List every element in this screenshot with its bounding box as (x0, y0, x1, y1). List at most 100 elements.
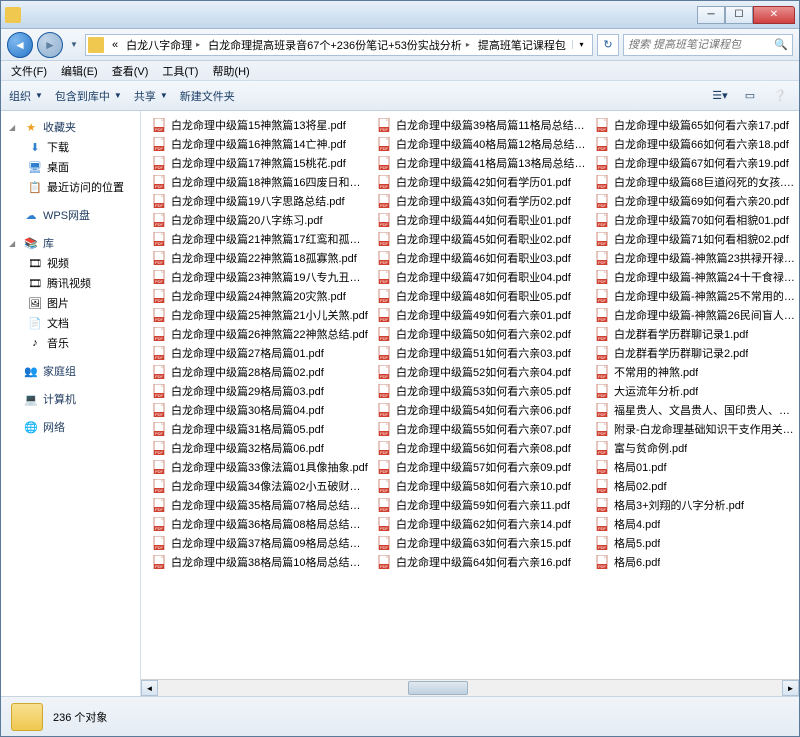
file-item[interactable]: PDF白龙命理中级篇62如何看六亲14.pdf (374, 514, 592, 533)
file-item[interactable]: PDF白龙命理中级篇30格局篇04.pdf (149, 400, 374, 419)
file-item[interactable]: PDF白龙命理中级篇23神煞篇19八专九丑煞.pdf (149, 267, 374, 286)
file-item[interactable]: PDF格局5.pdf (592, 533, 799, 552)
address-dropdown[interactable]: ▾ (572, 40, 590, 49)
sidebar-item-desktop[interactable]: 🖥 桌面 (1, 157, 140, 177)
menu-tools[interactable]: 工具(T) (156, 61, 204, 81)
file-item[interactable]: PDF白龙命理中级篇58如何看六亲10.pdf (374, 476, 592, 495)
organize-button[interactable]: 组织 ▼ (9, 88, 43, 104)
sidebar-item-recent[interactable]: 📋 最近访问的位置 (1, 177, 140, 197)
include-in-library-button[interactable]: 包含到库中 ▼ (55, 88, 122, 104)
file-item[interactable]: PDF白龙命理中级篇59如何看六亲11.pdf (374, 495, 592, 514)
refresh-button[interactable]: ↻ (597, 34, 619, 56)
sidebar-item-music[interactable]: ♪ 音乐 (1, 333, 140, 353)
file-item[interactable]: PDF大运流年分析.pdf (592, 381, 799, 400)
file-item[interactable]: PDF白龙命理中级篇-神煞篇25不常用的神煞.pdf (592, 286, 799, 305)
file-item[interactable]: PDF白龙命理中级篇69如何看六亲20.pdf (592, 191, 799, 210)
file-item[interactable]: PDF白龙命理中级篇25神煞篇21小儿关煞.pdf (149, 305, 374, 324)
file-item[interactable]: PDF白龙命理中级篇49如何看六亲01.pdf (374, 305, 592, 324)
file-item[interactable]: PDF白龙命理中级篇71如何看相貌02.pdf (592, 229, 799, 248)
breadcrumb-segment[interactable]: 提高班笔记课程包 (474, 37, 570, 53)
file-item[interactable]: PDF白龙命理中级篇35格局篇07格局总结练习.pdf (149, 495, 374, 514)
file-item[interactable]: PDF白龙命理中级篇-神煞篇24十干食禄金羊禄.pdf (592, 267, 799, 286)
sidebar-computer[interactable]: 💻 计算机 (1, 389, 140, 409)
file-item[interactable]: PDF格局3+刘翔的八字分析.pdf (592, 495, 799, 514)
file-item[interactable]: PDF白龙命理中级篇28格局篇02.pdf (149, 362, 374, 381)
scroll-right-button[interactable]: ► (782, 680, 799, 696)
file-item[interactable]: PDF白龙命理中级篇63如何看六亲15.pdf (374, 533, 592, 552)
file-item[interactable]: PDF白龙命理中级篇51如何看六亲03.pdf (374, 343, 592, 362)
file-item[interactable]: PDF白龙群看学历群聊记录1.pdf (592, 324, 799, 343)
file-item[interactable]: PDF白龙命理中级篇37格局篇09格局总结练习.pdf (149, 533, 374, 552)
file-item[interactable]: PDF白龙命理中级篇19八字思路总结.pdf (149, 191, 374, 210)
file-item[interactable]: PDF白龙命理中级篇41格局篇13格局总结练习.pdf (374, 153, 592, 172)
menu-file[interactable]: 文件(F) (5, 61, 53, 81)
file-item[interactable]: PDF白龙命理中级篇21神煞篇17红鸾和孤辰寡宿.pdf (149, 229, 374, 248)
file-item[interactable]: PDF白龙命理中级篇56如何看六亲08.pdf (374, 438, 592, 457)
sidebar-item-tencent[interactable]: 🎞 腾讯视频 (1, 273, 140, 293)
history-dropdown[interactable]: ▼ (67, 35, 81, 55)
breadcrumb-root[interactable]: « (108, 39, 122, 51)
menu-help[interactable]: 帮助(H) (206, 61, 255, 81)
sidebar-favorites[interactable]: ◢ ★ 收藏夹 (1, 117, 140, 137)
file-item[interactable]: PDF白龙命理中级篇24神煞篇20灾煞.pdf (149, 286, 374, 305)
file-item[interactable]: PDF白龙命理中级篇42如何看学历01.pdf (374, 172, 592, 191)
file-item[interactable]: PDF格局4.pdf (592, 514, 799, 533)
share-button[interactable]: 共享 ▼ (134, 88, 168, 104)
menu-edit[interactable]: 编辑(E) (55, 61, 104, 81)
file-item[interactable]: PDF白龙命理中级篇52如何看六亲04.pdf (374, 362, 592, 381)
file-item[interactable]: PDF白龙命理中级篇34像法篇02小五破财分析.pdf (149, 476, 374, 495)
file-item[interactable]: PDF白龙命理中级篇43如何看学历02.pdf (374, 191, 592, 210)
file-item[interactable]: PDF富与贫命例.pdf (592, 438, 799, 457)
minimize-button[interactable]: ─ (697, 6, 725, 24)
file-item[interactable]: PDF白龙命理中级篇66如何看六亲18.pdf (592, 134, 799, 153)
file-item[interactable]: PDF白龙命理中级篇48如何看职业05.pdf (374, 286, 592, 305)
file-item[interactable]: PDF白龙命理中级篇40格局篇12格局总结练习.pdf (374, 134, 592, 153)
file-item[interactable]: PDF不常用的神煞.pdf (592, 362, 799, 381)
sidebar-item-downloads[interactable]: ⬇ 下载 (1, 137, 140, 157)
file-item[interactable]: PDF白龙命理中级篇57如何看六亲09.pdf (374, 457, 592, 476)
menu-view[interactable]: 查看(V) (106, 61, 155, 81)
file-item[interactable]: PDF附录-白龙命理基础知识干支作用关系.pdf (592, 419, 799, 438)
sidebar-item-documents[interactable]: 📄 文档 (1, 313, 140, 333)
file-item[interactable]: PDF白龙命理中级篇27格局篇01.pdf (149, 343, 374, 362)
sidebar-item-pictures[interactable]: 🖼 图片 (1, 293, 140, 313)
file-item[interactable]: PDF白龙命理中级篇45如何看职业02.pdf (374, 229, 592, 248)
scroll-thumb[interactable] (408, 681, 468, 695)
new-folder-button[interactable]: 新建文件夹 (180, 88, 235, 104)
file-item[interactable]: PDF白龙命理中级篇29格局篇03.pdf (149, 381, 374, 400)
file-item[interactable]: PDF白龙命理中级篇50如何看六亲02.pdf (374, 324, 592, 343)
file-item[interactable]: PDF白龙命理中级篇55如何看六亲07.pdf (374, 419, 592, 438)
file-item[interactable]: PDF白龙命理中级篇18神煞篇16四废日和红艳煞.pdf (149, 172, 374, 191)
file-item[interactable]: PDF福星贵人、文昌贵人、国印贵人、德秀贵人.pdf (592, 400, 799, 419)
file-item[interactable]: PDF白龙命理中级篇33像法篇01具像抽象.pdf (149, 457, 374, 476)
help-button[interactable]: ❔ (769, 87, 791, 105)
search-icon[interactable]: 🔍 (774, 38, 788, 51)
sidebar-network[interactable]: 🌐 网络 (1, 417, 140, 437)
file-item[interactable]: PDF白龙命理中级篇68巨道闷死的女孩.pdf (592, 172, 799, 191)
file-item[interactable]: PDF白龙命理中级篇65如何看六亲17.pdf (592, 115, 799, 134)
file-item[interactable]: PDF白龙命理中级篇70如何看相貌01.pdf (592, 210, 799, 229)
file-item[interactable]: PDF白龙命理中级篇39格局篇11格局总结练习.pdf (374, 115, 592, 134)
file-item[interactable]: PDF白龙命理中级篇38格局篇10格局总结练习.pdf (149, 552, 374, 571)
file-item[interactable]: PDF白龙命理中级篇32格局篇06.pdf (149, 438, 374, 457)
file-item[interactable]: PDF白龙命理中级篇15神煞篇13将星.pdf (149, 115, 374, 134)
sidebar-wps[interactable]: ☁ WPS网盘 (1, 205, 140, 225)
view-options-button[interactable]: ☰▾ (709, 87, 731, 105)
preview-pane-button[interactable]: ▭ (739, 87, 761, 105)
search-input[interactable] (628, 39, 774, 51)
scroll-left-button[interactable]: ◄ (141, 680, 158, 696)
file-item[interactable]: PDF白龙群看学历群聊记录2.pdf (592, 343, 799, 362)
breadcrumb-segment[interactable]: 白龙命理提高班录音67个+236份笔记+53份实战分析 ▸ (204, 37, 474, 53)
file-item[interactable]: PDF白龙命理中级篇44如何看职业01.pdf (374, 210, 592, 229)
file-item[interactable]: PDF白龙命理中级篇20八字练习.pdf (149, 210, 374, 229)
forward-button[interactable]: ► (37, 32, 63, 58)
file-item[interactable]: PDF白龙命理中级篇54如何看六亲06.pdf (374, 400, 592, 419)
sidebar-libraries[interactable]: ◢ 📚 库 (1, 233, 140, 253)
file-item[interactable]: PDF白龙命理中级篇64如何看六亲16.pdf (374, 552, 592, 571)
file-item[interactable]: PDF白龙命理中级篇22神煞篇18孤寡煞.pdf (149, 248, 374, 267)
file-item[interactable]: PDF白龙命理中级篇16神煞篇14亡神.pdf (149, 134, 374, 153)
scroll-track[interactable] (158, 680, 782, 696)
close-button[interactable]: ✕ (753, 6, 795, 24)
back-button[interactable]: ◄ (7, 32, 33, 58)
horizontal-scrollbar[interactable]: ◄ ► (141, 679, 799, 696)
